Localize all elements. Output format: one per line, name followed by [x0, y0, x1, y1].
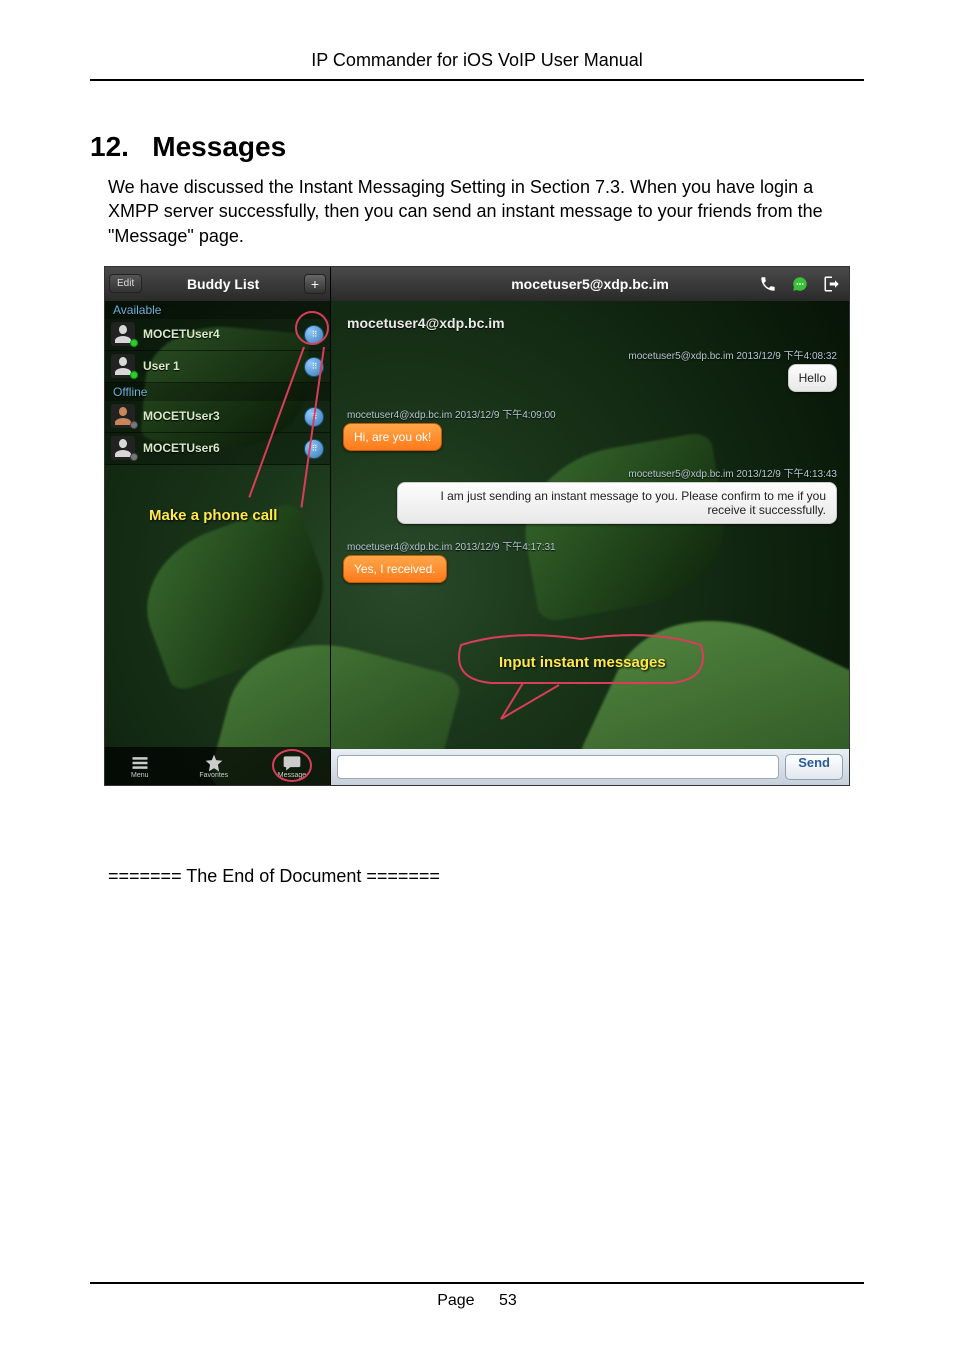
message-meta: mocetuser5@xdp.bc.im 2013/12/9 下午4:13:43: [343, 465, 837, 480]
section-number: 12.: [90, 131, 129, 162]
message-meta: mocetuser5@xdp.bc.im 2013/12/9 下午4:08:32: [343, 347, 837, 362]
message-row: mocetuser5@xdp.bc.im 2013/12/9 下午4:08:32…: [343, 347, 837, 392]
send-button[interactable]: Send: [785, 754, 843, 780]
avatar-icon: [111, 436, 135, 460]
chat-titlebar: mocetuser5@xdp.bc.im: [331, 267, 849, 301]
message-row: mocetuser4@xdp.bc.im 2013/12/9 下午4:17:31…: [343, 538, 837, 583]
buddy-name: MOCETUser6: [143, 441, 220, 455]
tab-label: Message: [278, 772, 306, 779]
avatar-icon: [111, 404, 135, 428]
chat-title: mocetuser5@xdp.bc.im: [511, 276, 669, 292]
avatar-icon: [111, 322, 135, 346]
footer-page-number: 53: [499, 1292, 517, 1309]
chat-bubble-icon[interactable]: [789, 273, 811, 295]
section-offline: Offline: [105, 383, 330, 401]
body-paragraph: We have discussed the Instant Messaging …: [108, 175, 864, 248]
message-icon: [282, 753, 302, 771]
star-icon: [204, 753, 224, 771]
dialpad-icon[interactable]: ⠿: [304, 325, 324, 345]
buddy-list-panel: Edit Buddy List + Available MOCETUser4 ⠿…: [105, 267, 331, 785]
message-bubble-in: Hi, are you ok!: [343, 423, 442, 451]
dialpad-icon[interactable]: ⠿: [304, 357, 324, 377]
add-buddy-button[interactable]: +: [304, 274, 326, 294]
annotation-callout: [451, 635, 711, 723]
buddy-row[interactable]: MOCETUser4 ⠿: [105, 319, 330, 351]
message-bubble-in: Yes, I received.: [343, 555, 447, 583]
buddy-name: User 1: [143, 359, 180, 373]
chat-body: mocetuser4@xdp.bc.im mocetuser5@xdp.bc.i…: [331, 301, 849, 749]
dialpad-icon[interactable]: ⠿: [304, 407, 324, 427]
buddy-name: MOCETUser4: [143, 327, 220, 341]
message-bubble-out: Hello: [788, 364, 837, 392]
tab-favorites[interactable]: Favorites: [199, 753, 228, 779]
presence-dot: [130, 421, 138, 429]
menu-icon: [130, 753, 150, 771]
phone-icon[interactable]: [757, 273, 779, 295]
buddy-name: MOCETUser3: [143, 409, 220, 423]
tab-menu[interactable]: Menu: [130, 753, 150, 779]
doc-header: IP Commander for iOS VoIP User Manual: [90, 50, 864, 81]
tab-label: Favorites: [199, 772, 228, 779]
buddy-row[interactable]: MOCETUser6 ⠿: [105, 433, 330, 465]
annotation-make-phone-call: Make a phone call: [149, 507, 277, 524]
tab-label: Menu: [131, 772, 149, 779]
presence-dot: [130, 339, 138, 347]
chat-contact-header: mocetuser4@xdp.bc.im: [347, 315, 837, 331]
footer-page-label: Page: [437, 1292, 474, 1309]
chat-input[interactable]: [337, 755, 779, 779]
edit-button[interactable]: Edit: [109, 274, 142, 293]
buddy-list-title: Buddy List: [187, 276, 259, 292]
message-bubble-out: I am just sending an instant message to …: [397, 482, 837, 524]
end-of-document: ======= The End of Document =======: [108, 866, 864, 887]
page-footer: Page 53: [90, 1282, 864, 1310]
logout-icon[interactable]: [821, 273, 843, 295]
message-meta: mocetuser4@xdp.bc.im 2013/12/9 下午4:17:31: [347, 538, 837, 553]
message-row: mocetuser5@xdp.bc.im 2013/12/9 下午4:13:43…: [343, 465, 837, 524]
message-meta: mocetuser4@xdp.bc.im 2013/12/9 下午4:09:00: [347, 406, 837, 421]
section-available: Available: [105, 301, 330, 319]
buddy-row[interactable]: User 1 ⠿: [105, 351, 330, 383]
buddy-row[interactable]: MOCETUser3 ⠿: [105, 401, 330, 433]
tab-message[interactable]: Message: [278, 753, 306, 779]
avatar-icon: [111, 354, 135, 378]
section-title: Messages: [152, 131, 286, 162]
presence-dot: [130, 371, 138, 379]
app-screenshot: Edit Buddy List + Available MOCETUser4 ⠿…: [104, 266, 850, 786]
dialpad-icon[interactable]: ⠿: [304, 439, 324, 459]
chat-inputbar: Send: [331, 749, 849, 785]
buddy-titlebar: Edit Buddy List +: [105, 267, 330, 301]
chat-panel: mocetuser5@xdp.bc.im mocetuser4@xdp.bc.i…: [331, 267, 849, 785]
section-heading: 12. Messages: [90, 131, 864, 163]
tabbar: Menu Favorites Message: [105, 747, 331, 785]
message-row: mocetuser4@xdp.bc.im 2013/12/9 下午4:09:00…: [343, 406, 837, 451]
presence-dot: [130, 453, 138, 461]
